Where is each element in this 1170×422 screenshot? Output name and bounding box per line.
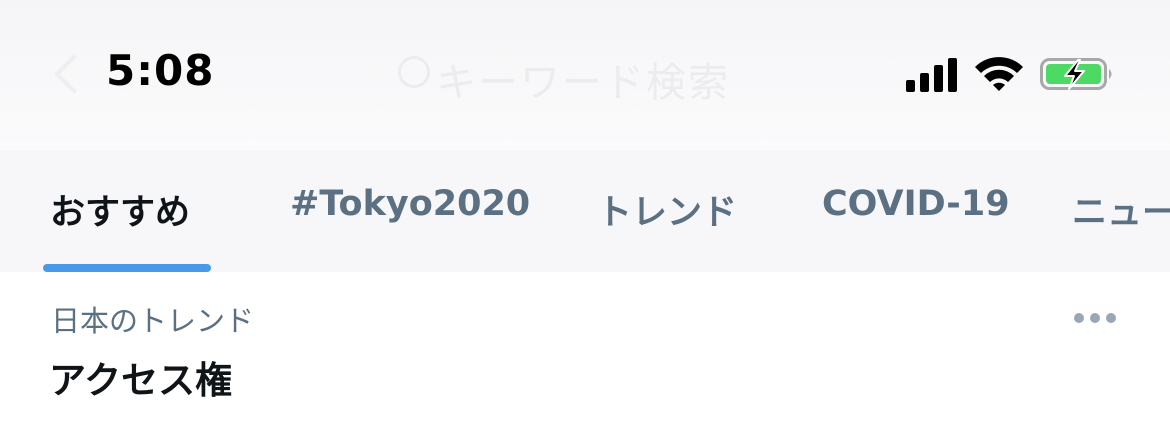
active-tab-indicator <box>43 264 211 272</box>
search-placeholder[interactable]: キーワード検索 <box>436 50 730 108</box>
trend-title: アクセス権 <box>49 359 233 402</box>
back-arrow-icon <box>54 54 94 94</box>
cellular-signal-icon <box>906 56 960 92</box>
tab-tokyo2020[interactable]: #Tokyo2020 <box>290 184 530 224</box>
tab-news[interactable]: ニュース <box>1072 184 1170 235</box>
tab-trends[interactable]: トレンド <box>597 184 737 235</box>
wifi-icon <box>973 54 1025 92</box>
tab-covid19[interactable]: COVID-19 <box>822 184 1010 224</box>
explore-screen: キーワード検索 5:08 おすすめ #Tokyo2020 トレンド COVID-… <box>0 0 1170 422</box>
tab-recommended[interactable]: おすすめ <box>50 184 190 235</box>
status-time: 5:08 <box>106 46 215 95</box>
search-icon <box>398 56 430 88</box>
battery-charging-icon <box>1040 56 1116 92</box>
explore-tabs: おすすめ #Tokyo2020 トレンド COVID-19 ニュース <box>0 176 1170 272</box>
more-options-icon[interactable] <box>1070 308 1120 328</box>
trend-list-item[interactable]: 日本のトレンド アクセス権 <box>0 272 1170 422</box>
trend-context: 日本のトレンド <box>51 304 255 338</box>
